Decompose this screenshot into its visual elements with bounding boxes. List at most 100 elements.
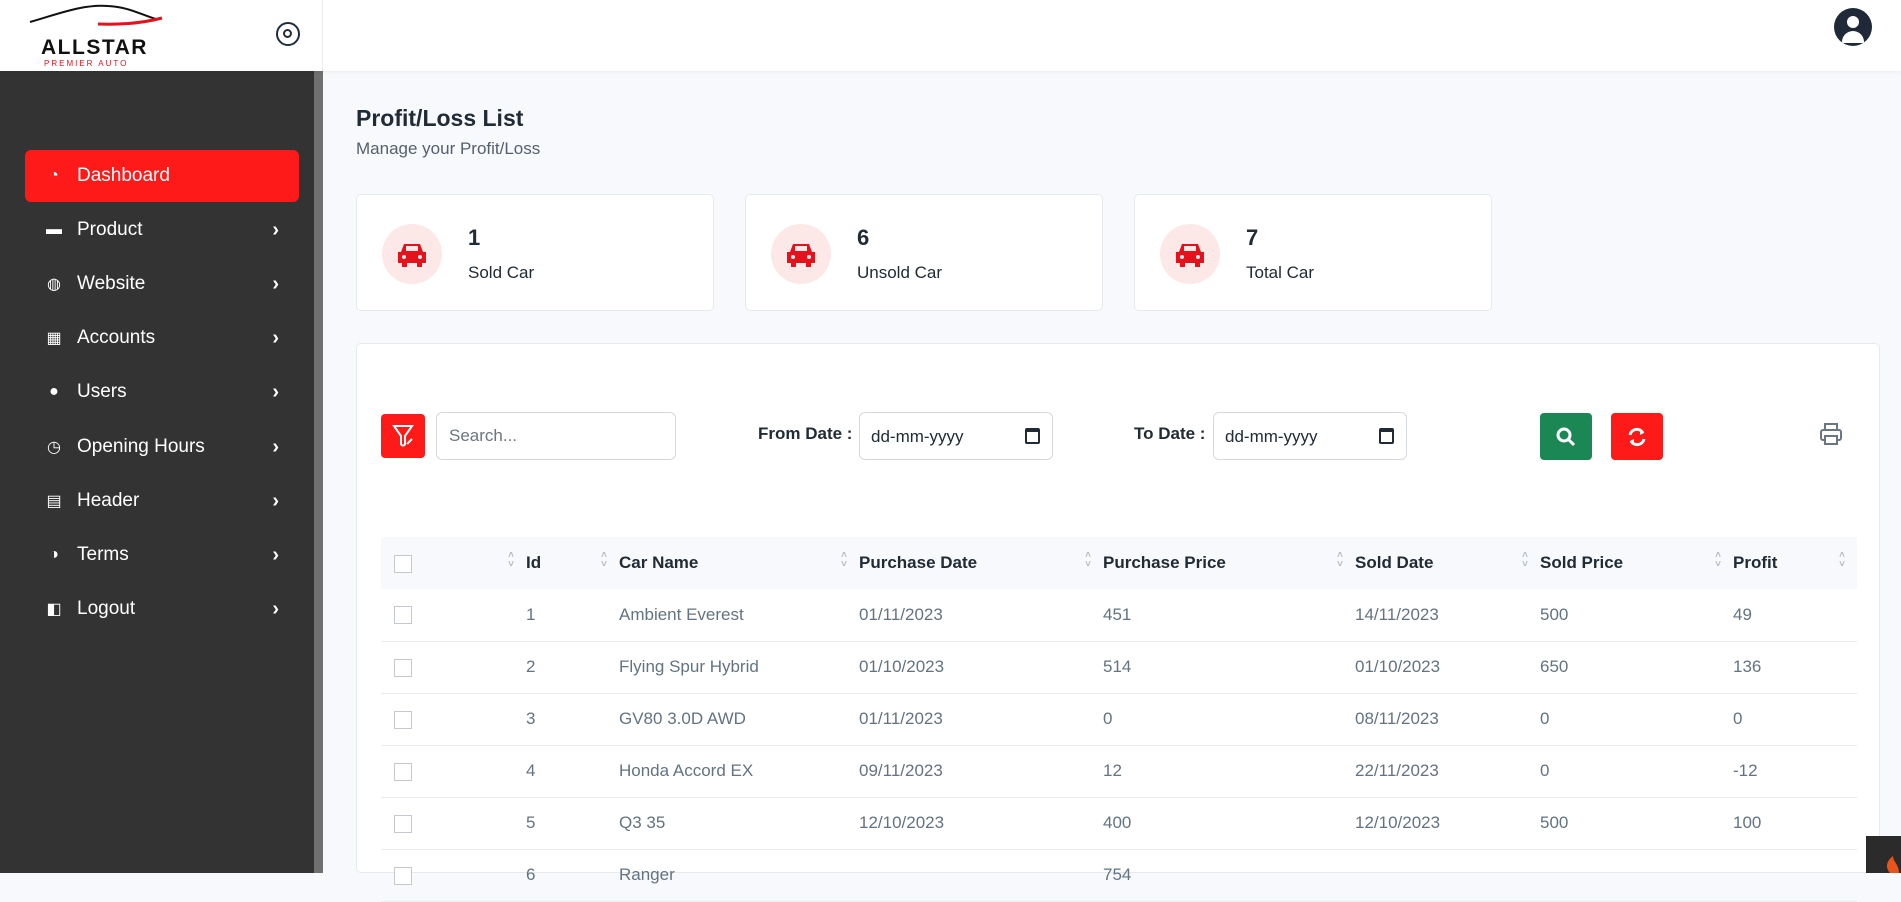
column-header-sold-price[interactable]: Sold Price ˄ ˅ (1540, 537, 1733, 589)
brand-area: ALLSTAR PREMIER AUTO (0, 0, 323, 71)
flame-icon (1886, 856, 1899, 873)
cell-purchase-price: 451 (1103, 589, 1355, 642)
from-date-input[interactable]: dd-mm-yyyy (859, 412, 1053, 460)
table-row[interactable]: 2 Flying Spur Hybrid 01/10/2023 514 01/10/20… (381, 641, 1857, 694)
sidebar-item-accounts[interactable]: ▦ Accounts › (25, 312, 299, 364)
sidebar-item-label: Terms (77, 544, 129, 565)
to-date-input[interactable]: dd-mm-yyyy (1213, 412, 1407, 460)
sidebar-item-label: Opening Hours (77, 436, 205, 457)
user-avatar-icon[interactable] (1834, 8, 1872, 46)
calendar-icon[interactable] (1379, 428, 1394, 444)
cell-id: 2 (526, 641, 619, 694)
sidebar-item-header[interactable]: ▤ Header › (25, 475, 299, 527)
profit-loss-table: ˄ ˅ Id ˄ ˅ Car Name ˄ ˅ Purchase Date ˄ ˅ Purchase … (381, 537, 1857, 902)
sort-icon[interactable]: ˄ ˅ (1337, 551, 1343, 570)
cell-profit (1733, 849, 1857, 902)
chevron-right-icon: › (272, 218, 279, 241)
sidebar-item-logout[interactable]: ◧ Logout › (25, 583, 299, 635)
stat-badge (771, 224, 831, 284)
select-all-checkbox[interactable] (394, 554, 412, 573)
column-header-sold-date[interactable]: Sold Date ˄ ˅ (1355, 537, 1540, 589)
calendar-icon[interactable] (1025, 428, 1040, 444)
sidebar-item-opening-hours[interactable]: ◷ Opening Hours › (25, 421, 299, 473)
cell-purchase-date: 12/10/2023 (859, 797, 1103, 850)
refresh-icon (1628, 427, 1646, 446)
cell-purchase-date: 01/11/2023 (859, 589, 1103, 642)
column-header-purchase-price[interactable]: Purchase Price ˄ ˅ (1103, 537, 1355, 589)
reset-button[interactable] (1611, 413, 1663, 460)
logout-icon: ◧ (46, 601, 62, 618)
sort-icon[interactable]: ˄ ˅ (1085, 551, 1091, 570)
cell-id: 3 (526, 693, 619, 746)
cell-sold-date: 12/10/2023 (1355, 797, 1540, 850)
filter-edit-icon (392, 425, 414, 447)
column-header-profit[interactable]: Profit ˄ ˅ (1733, 537, 1857, 589)
row-checkbox[interactable] (394, 762, 412, 781)
sidebar-item-label: Logout (77, 598, 136, 619)
cell-car-name: Flying Spur Hybrid (619, 641, 859, 694)
stat-value: 1 (468, 225, 481, 250)
search-input[interactable] (436, 412, 676, 460)
chevron-right-icon: › (272, 272, 279, 295)
print-button[interactable] (1818, 421, 1844, 447)
page-title: Profit/Loss List (356, 105, 524, 131)
cell-sold-date (1355, 849, 1540, 902)
sort-icon[interactable]: ˄ ˅ (1715, 551, 1721, 570)
sidebar-scrollbar[interactable] (314, 71, 323, 873)
car-silhouette-logo-icon (29, 4, 163, 26)
sidebar: ◔ Dashboard ▬ Product › ◍ Website › ▦ Accounts › ● U… (0, 71, 323, 873)
search-button[interactable] (1540, 413, 1592, 460)
logo[interactable]: ALLSTAR PREMIER AUTO (28, 2, 168, 68)
row-checkbox[interactable] (394, 658, 412, 677)
cell-profit: 0 (1733, 693, 1857, 746)
gauge-icon: ◔ (49, 167, 59, 184)
cell-profit: 49 (1733, 589, 1857, 642)
cell-car-name: Q3 35 (619, 797, 859, 850)
sidebar-item-label: Dashboard (77, 165, 170, 186)
column-header-id[interactable]: Id ˄ ˅ (526, 537, 619, 589)
column-header-purchase-date[interactable]: Purchase Date ˄ ˅ (859, 537, 1103, 589)
cell-car-name: Honda Accord EX (619, 745, 859, 798)
sidebar-item-terms[interactable]: ◑ Terms › (25, 529, 299, 581)
cell-sold-date: 22/11/2023 (1355, 745, 1540, 798)
top-header-bar: ALLSTAR PREMIER AUTO (0, 0, 1901, 71)
cell-car-name: Ranger (619, 849, 859, 902)
car-icon (398, 244, 426, 267)
cell-sold-date: 08/11/2023 (1355, 693, 1540, 746)
filter-button[interactable] (381, 414, 425, 458)
table-row[interactable]: 5 Q3 35 12/10/2023 400 12/10/2023 500 100 (381, 797, 1857, 850)
sort-icon[interactable]: ˄ ˅ (841, 551, 847, 570)
cell-purchase-price: 754 (1103, 849, 1355, 902)
sort-icon[interactable]: ˄ ˅ (1839, 551, 1845, 570)
cell-sold-price: 0 (1540, 693, 1733, 746)
column-header-car-name[interactable]: Car Name ˄ ˅ (619, 537, 859, 589)
stat-card-total-car: 7 Total Car (1134, 194, 1492, 311)
row-checkbox[interactable] (394, 710, 412, 729)
sidebar-item-website[interactable]: ◍ Website › (25, 258, 299, 310)
row-checkbox[interactable] (394, 866, 412, 885)
chevron-right-icon: › (272, 326, 279, 349)
cell-sold-price: 650 (1540, 641, 1733, 694)
chevron-right-icon: › (272, 597, 279, 620)
stat-badge (382, 224, 442, 284)
sort-icon[interactable]: ˄ ˅ (508, 551, 514, 570)
sidebar-item-users[interactable]: ● Users › (25, 366, 299, 418)
row-checkbox[interactable] (394, 606, 412, 625)
terms-icon: ◑ (49, 546, 59, 563)
globe-icon: ◍ (47, 276, 61, 293)
sort-icon[interactable]: ˄ ˅ (1522, 551, 1528, 570)
sort-icon[interactable]: ˄ ˅ (601, 551, 607, 570)
table-row[interactable]: 6 Ranger 754 (381, 849, 1857, 902)
brand-tagline: PREMIER AUTO (44, 59, 129, 68)
corner-widget[interactable] (1866, 836, 1901, 873)
sidebar-item-label: Website (77, 273, 146, 294)
sidebar-toggle-icon[interactable] (276, 22, 300, 46)
sidebar-item-product[interactable]: ▬ Product › (25, 204, 299, 256)
table-row[interactable]: 3 GV80 3.0D AWD 01/11/2023 0 08/11/2023 0 0 (381, 693, 1857, 746)
stat-badge (1160, 224, 1220, 284)
table-row[interactable]: 1 Ambient Everest 01/11/2023 451 14/11/2023 5… (381, 589, 1857, 642)
row-checkbox[interactable] (394, 814, 412, 833)
table-row[interactable]: 4 Honda Accord EX 09/11/2023 12 22/11/2023 0-… (381, 745, 1857, 798)
sidebar-item-dashboard[interactable]: ◔ Dashboard (25, 150, 299, 202)
cell-purchase-price: 12 (1103, 745, 1355, 798)
